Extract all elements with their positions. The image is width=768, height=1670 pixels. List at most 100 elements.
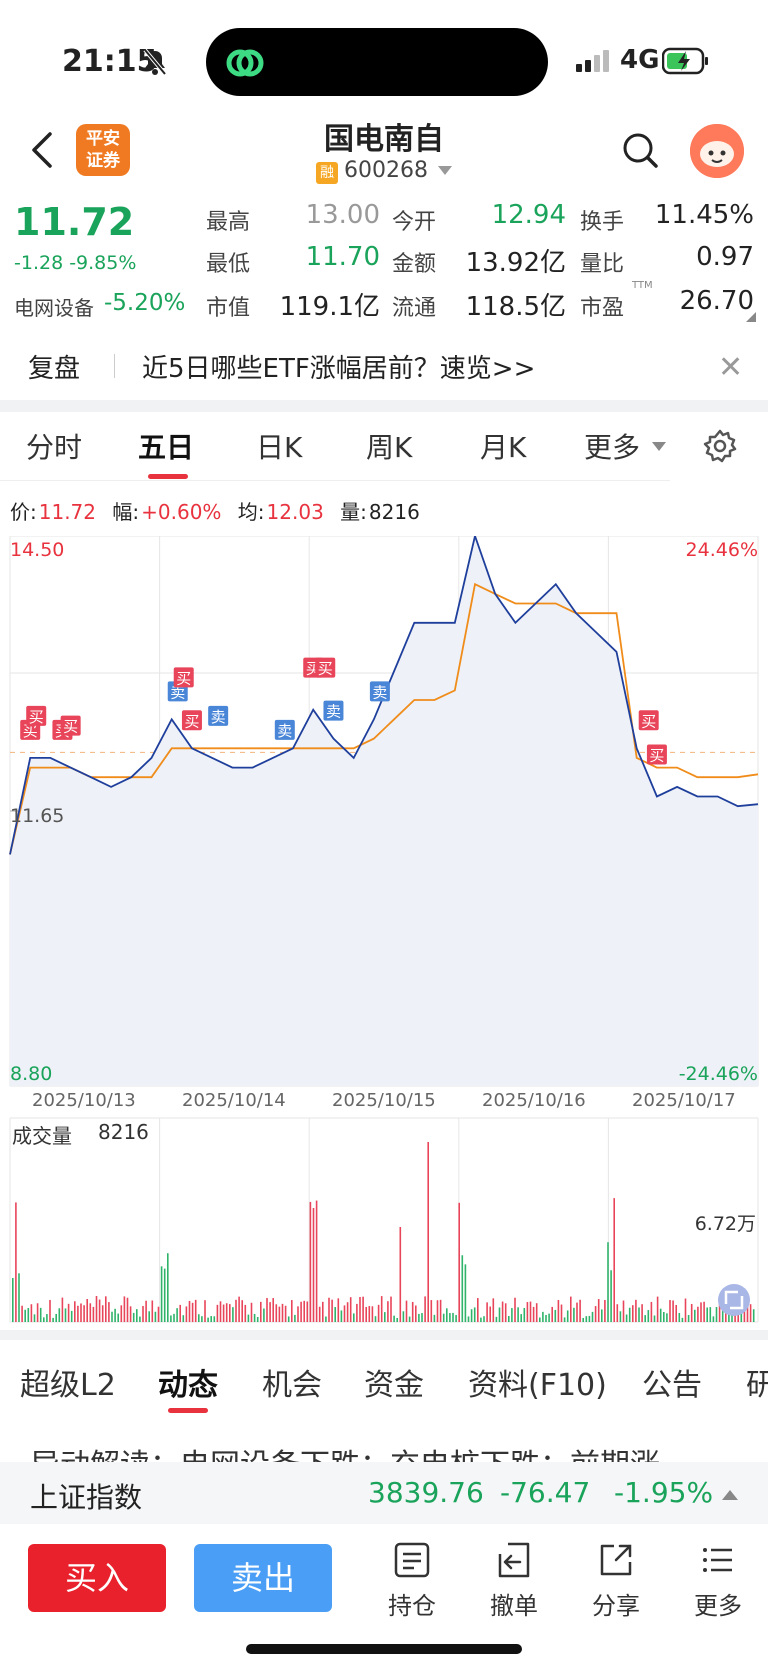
divider	[0, 480, 670, 481]
volume-bar	[560, 1304, 563, 1322]
volume-max-label: 6.72万	[695, 1213, 756, 1235]
volume-bar	[576, 1302, 578, 1322]
chart-settings-button[interactable]	[702, 428, 738, 468]
bell-muted-icon	[142, 48, 168, 80]
price-change: -1.28 -9.85%	[14, 252, 137, 274]
volume-bar	[201, 1316, 203, 1322]
volume-bar	[89, 1303, 92, 1322]
index-value: 3839.76	[368, 1476, 484, 1509]
tab-five-day[interactable]: 五日	[138, 426, 194, 466]
volume-bar	[511, 1308, 513, 1322]
volume-bar	[142, 1305, 144, 1322]
volume-bar	[638, 1307, 640, 1322]
tab-news[interactable]: 动态	[158, 1360, 218, 1404]
buy-marker: 买	[646, 744, 667, 765]
volume-bar	[18, 1273, 20, 1322]
sell-button[interactable]: 卖出	[194, 1544, 332, 1612]
buy-button[interactable]: 买入	[28, 1544, 166, 1612]
tab-f10[interactable]: 资料(F10)	[468, 1360, 607, 1404]
tab-monthly-k[interactable]: 月K	[480, 426, 526, 466]
volume-bar	[256, 1317, 259, 1322]
section-divider	[0, 1330, 768, 1340]
sector-name[interactable]: 电网设备	[14, 292, 94, 321]
expand-corner-icon[interactable]	[746, 312, 756, 322]
chevron-down-icon[interactable]	[652, 442, 666, 451]
assistant-avatar[interactable]	[690, 124, 744, 178]
volume-bar	[157, 1306, 160, 1322]
volume-bar	[520, 1314, 522, 1322]
volume-bar	[591, 1311, 594, 1322]
volume-bar	[650, 1301, 653, 1322]
volume-bar	[204, 1300, 206, 1322]
volume-bar	[219, 1301, 222, 1322]
volume-bar	[77, 1305, 79, 1322]
volume-bar	[582, 1317, 584, 1322]
volume-bar	[67, 1303, 70, 1322]
tab-opportunity[interactable]: 机会	[262, 1360, 322, 1404]
volume-bar	[340, 1310, 343, 1322]
volume-bar	[191, 1302, 194, 1322]
chevron-down-icon[interactable]	[438, 166, 452, 175]
volume-bar	[250, 1302, 253, 1322]
undo-icon	[498, 1542, 530, 1578]
volume-bar	[529, 1301, 532, 1322]
volume-bar	[449, 1313, 451, 1322]
volume-bar	[287, 1316, 290, 1322]
section-divider	[0, 400, 768, 412]
replay-label[interactable]: 复盘	[28, 348, 80, 385]
stock-code[interactable]: 600268	[344, 158, 428, 183]
cancel-order-button[interactable]: 撤单	[474, 1540, 554, 1621]
info-price-label: 价:	[10, 500, 37, 524]
volume-bar	[532, 1306, 535, 1322]
volume-bar	[684, 1298, 687, 1322]
document-icon	[394, 1542, 430, 1578]
volume-bar	[697, 1306, 699, 1322]
five-day-chart[interactable]: 买买买买卖买买卖卖买卖买卖卖买买 14.50 8.80 11.65 24.46%…	[0, 536, 768, 1326]
expand-chart-button[interactable]	[718, 1284, 750, 1316]
tab-super-l2[interactable]: 超级L2	[20, 1360, 116, 1404]
svg-text:买: 买	[649, 747, 664, 765]
volume-bar	[238, 1296, 240, 1322]
volume-bar	[415, 1305, 417, 1322]
search-button[interactable]	[620, 130, 660, 174]
buy-marker: 买	[315, 657, 336, 678]
positions-button[interactable]: 持仓	[372, 1540, 452, 1621]
x-tick-label: 2025/10/17	[632, 1090, 736, 1111]
tab-announcements[interactable]: 公告	[642, 1360, 702, 1404]
banner-text[interactable]: 近5日哪些ETF涨幅居前？速览>>	[142, 348, 535, 385]
volume-bar	[709, 1307, 712, 1322]
volume-bar	[312, 1207, 315, 1322]
index-ticker[interactable]: 上证指数 3839.76 -76.47 -1.95%	[0, 1462, 768, 1524]
chevron-up-icon[interactable]	[722, 1490, 738, 1500]
tab-funds[interactable]: 资金	[364, 1360, 424, 1404]
volume-bar	[198, 1314, 200, 1322]
home-indicator	[246, 1644, 522, 1654]
tab-research[interactable]: 研	[746, 1360, 768, 1404]
more-button[interactable]: 更多	[678, 1540, 758, 1621]
tab-weekly-k[interactable]: 周K	[366, 426, 412, 466]
tab-daily-k[interactable]: 日K	[256, 426, 302, 466]
signal-icon	[576, 50, 610, 76]
volume-bar	[517, 1307, 519, 1322]
promo-banner[interactable]: 复盘 近5日哪些ETF涨幅居前？速览>> ✕	[0, 330, 768, 400]
tab-intraday[interactable]: 分时	[26, 426, 82, 466]
share-label: 分享	[592, 1592, 640, 1620]
active-tab-indicator	[168, 1408, 208, 1413]
volume-bar	[105, 1296, 107, 1322]
share-button[interactable]: 分享	[576, 1540, 656, 1621]
volume-bar	[306, 1301, 309, 1322]
volume-bar	[647, 1310, 650, 1322]
tab-more[interactable]: 更多	[584, 426, 640, 466]
volume-bar	[291, 1300, 293, 1322]
volume-bar	[557, 1299, 560, 1322]
margin-badge: 融	[316, 162, 338, 184]
info-vol: 8216	[368, 500, 420, 524]
volume-bar	[700, 1302, 702, 1322]
volume-bar	[170, 1315, 172, 1322]
svg-text:买: 买	[318, 660, 333, 678]
volume-bar	[126, 1297, 129, 1322]
volume-bar	[377, 1304, 380, 1322]
volume-bar	[610, 1270, 612, 1322]
close-icon[interactable]: ✕	[718, 350, 743, 385]
volume-bar	[362, 1296, 364, 1322]
